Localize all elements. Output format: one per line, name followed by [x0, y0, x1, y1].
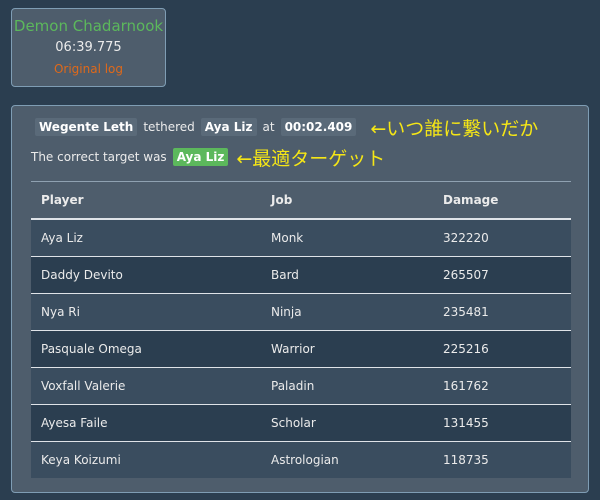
damage-cell: 161762 — [433, 367, 571, 405]
damage-cell: 265507 — [433, 256, 571, 294]
tether-annotation: ←いつ誰に繋いだか — [370, 117, 539, 140]
player-cell: Voxfall Valerie — [31, 367, 261, 405]
header-damage: Damage — [433, 181, 571, 220]
player-cell: Aya Liz — [31, 218, 261, 257]
tether-panel: Wegente Leth tethered Aya Liz at 00:02.4… — [11, 105, 589, 493]
job-cell: Warrior — [261, 330, 433, 368]
tether-timestamp-badge: 00:02.409 — [280, 118, 357, 136]
player-cell: Pasquale Omega — [31, 330, 261, 368]
job-cell: Scholar — [261, 404, 433, 442]
table-row: Voxfall Valerie Paladin 161762 — [31, 367, 571, 405]
job-cell: Paladin — [261, 367, 433, 405]
table-row: Pasquale Omega Warrior 225216 — [31, 330, 571, 368]
encounter-time: 06:39.775 — [55, 40, 122, 55]
tether-at: at — [262, 120, 275, 134]
job-cell: Astrologian — [261, 441, 433, 478]
player-cell: Keya Koizumi — [31, 441, 261, 478]
original-log-link[interactable]: Original log — [12, 62, 165, 76]
player-cell: Ayesa Faile — [31, 404, 261, 442]
job-cell: Monk — [261, 218, 433, 257]
job-cell: Bard — [261, 256, 433, 294]
encounter-card: Demon Chadarnook 06:39.775 Original log — [11, 8, 166, 87]
table-row: Keya Koizumi Astrologian 118735 — [31, 441, 571, 478]
correct-target-badge: Aya Liz — [172, 148, 229, 166]
player-cell: Nya Ri — [31, 293, 261, 331]
tether-source-badge: Wegente Leth — [35, 118, 138, 136]
player-cell: Daddy Devito — [31, 256, 261, 294]
table-row: Aya Liz Monk 322220 — [31, 218, 571, 257]
correct-target-line: The correct target was Aya Liz ←最適ターゲット — [31, 146, 386, 170]
tether-line: Wegente Leth tethered Aya Liz at 00:02.4… — [31, 116, 539, 140]
encounter-title: Demon Chadarnook — [13, 17, 164, 35]
damage-table: Player Job Damage Aya Liz Monk 322220 Da… — [31, 181, 571, 478]
correct-target-label: The correct target was — [31, 150, 167, 164]
damage-table-wrap: Player Job Damage Aya Liz Monk 322220 Da… — [31, 181, 571, 478]
damage-cell: 131455 — [433, 404, 571, 442]
table-row: Daddy Devito Bard 265507 — [31, 256, 571, 294]
job-cell: Ninja — [261, 293, 433, 331]
table-row: Ayesa Faile Scholar 131455 — [31, 404, 571, 442]
damage-cell: 225216 — [433, 330, 571, 368]
damage-cell: 235481 — [433, 293, 571, 331]
table-header-row: Player Job Damage — [31, 181, 571, 220]
tether-verb: tethered — [143, 120, 195, 134]
header-player: Player — [31, 181, 261, 220]
header-job: Job — [261, 181, 433, 220]
correct-target-annotation: ←最適ターゲット — [236, 147, 386, 170]
damage-cell: 322220 — [433, 218, 571, 257]
damage-cell: 118735 — [433, 441, 571, 478]
tether-target-badge: Aya Liz — [200, 118, 257, 136]
table-row: Nya Ri Ninja 235481 — [31, 293, 571, 331]
